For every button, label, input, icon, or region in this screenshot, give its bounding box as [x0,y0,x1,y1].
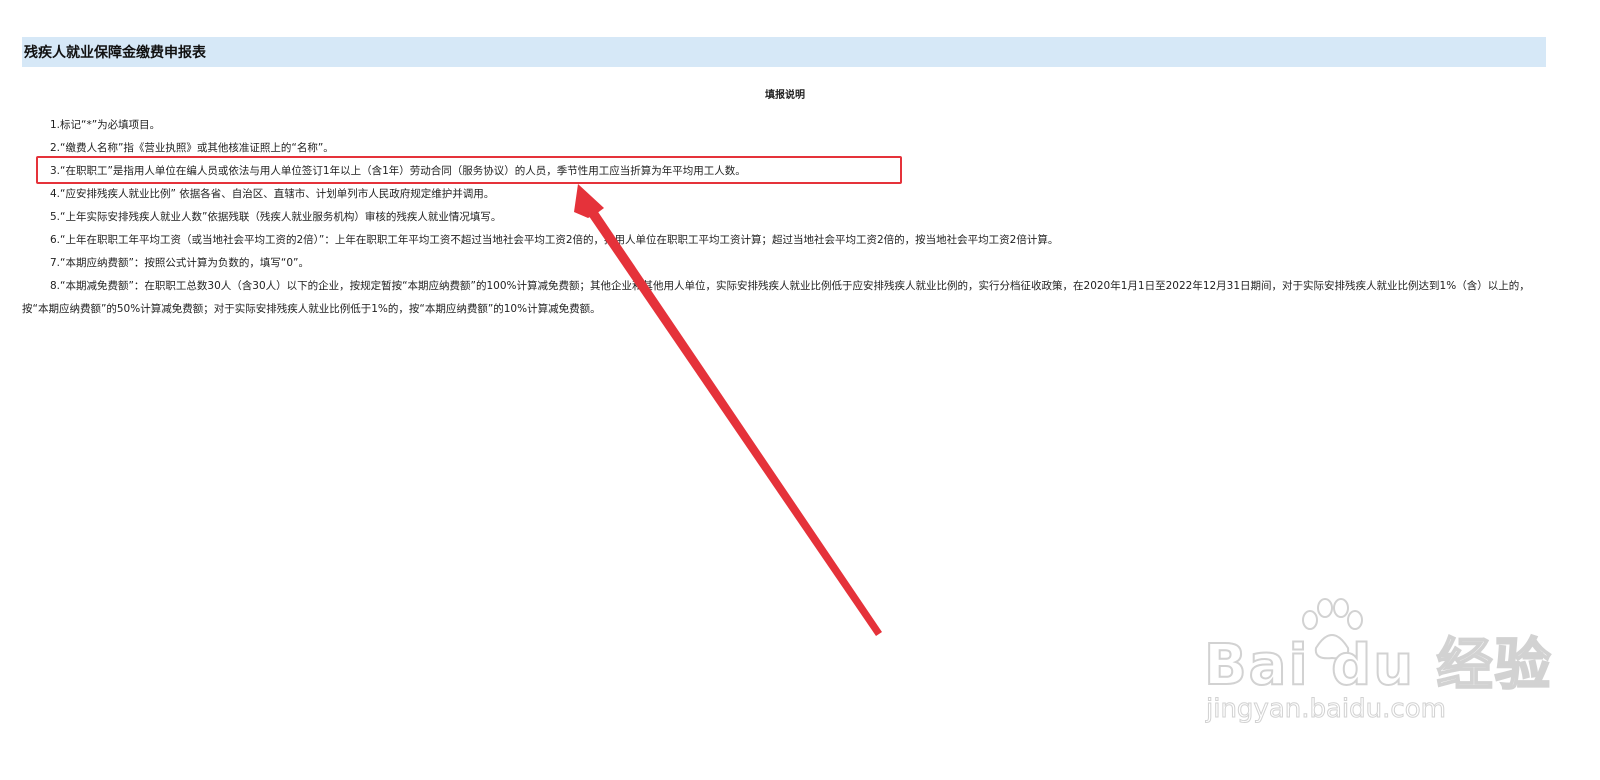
baidu-paw-icon [1302,598,1363,660]
instruction-item-1: 1.标记“*”为必填项目。 [50,119,161,131]
watermark-brand: Bai du 经验 [1203,632,1553,699]
instruction-item-8: 8.“本期减免费额”：在职职工总数30人（含30人）以下的企业，按规定暂按“本期… [22,280,1530,315]
baidu-jingyan-watermark: Bai du 经验 jingyan.baidu.com [1200,598,1552,728]
instruction-item-5: 5.“上年实际安排残疾人就业人数”依据残联（残疾人就业服务机构）审核的残疾人就业… [50,211,502,223]
instruction-item-6: 6.“上年在职职工年平均工资（或当地社会平均工资的2倍）”：上年在职职工年平均工… [50,234,1059,246]
instruction-item-2: 2.“缴费人名称”指《营业执照》或其他核准证照上的“名称”。 [50,142,334,154]
form-title-bar: 残疾人就业保障金缴费申报表 [22,37,1546,67]
instruction-item-7: 7.“本期应纳费额”：按照公式计算为负数的，填写“0”。 [50,257,309,269]
page-title: 残疾人就业保障金缴费申报表 [24,45,206,61]
instructions-heading: 填报说明 [765,90,805,101]
watermark-url: jingyan.baidu.com [1206,694,1447,725]
instruction-item-3: 3.“在职职工”是指用人单位在编人员或依法与用人单位签订1年以上（含1年）劳动合… [50,165,746,177]
instructions-list: 1.标记“*”为必填项目。 2.“缴费人名称”指《营业执照》或其他核准证照上的“… [22,114,1542,321]
instruction-item-4: 4.“应安排残疾人就业比例” 依据各省、自治区、直辖市、计划单列市人民政府规定维… [50,188,495,200]
